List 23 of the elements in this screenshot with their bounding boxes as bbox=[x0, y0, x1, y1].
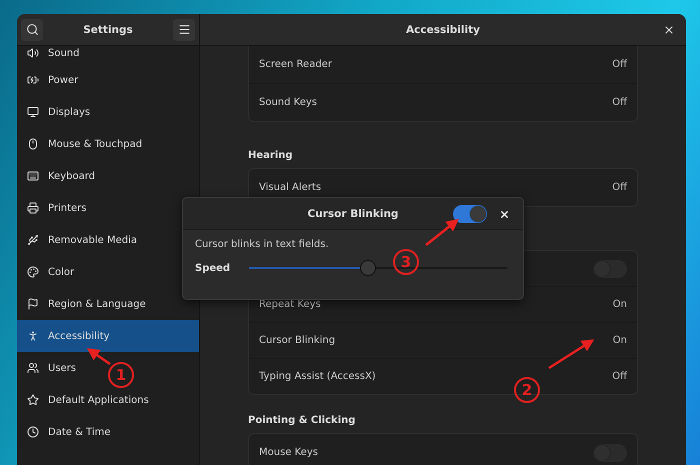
row-value: Off bbox=[612, 182, 627, 193]
row-label: Cursor Blinking bbox=[259, 335, 336, 346]
section-heading: Hearing bbox=[248, 150, 294, 161]
row-label: Screen Reader bbox=[259, 59, 332, 70]
annotation-number: 1 bbox=[108, 362, 134, 388]
sidebar-title: Settings bbox=[83, 24, 133, 36]
popover-title: Cursor Blinking bbox=[308, 208, 398, 220]
annotation-number: 3 bbox=[393, 249, 419, 275]
row-value: Off bbox=[612, 371, 627, 382]
row-label: Visual Alerts bbox=[259, 182, 322, 193]
row-label: Typing Assist (AccessX) bbox=[259, 371, 376, 382]
description-text: Cursor blinks in text fields. bbox=[195, 239, 330, 250]
row-value: On bbox=[612, 299, 627, 310]
row-value: Off bbox=[612, 59, 627, 70]
annotation-number: 2 bbox=[514, 377, 540, 403]
row-label: Repeat Keys bbox=[259, 299, 321, 310]
row-value: On bbox=[612, 335, 627, 346]
section-heading: Pointing & Clicking bbox=[248, 415, 356, 426]
row-label: Mouse Keys bbox=[259, 447, 318, 458]
slider-label: Speed bbox=[195, 262, 231, 274]
row-value: Off bbox=[612, 97, 627, 108]
page-title: Accessibility bbox=[406, 24, 480, 36]
row-label: Sound Keys bbox=[259, 97, 318, 108]
